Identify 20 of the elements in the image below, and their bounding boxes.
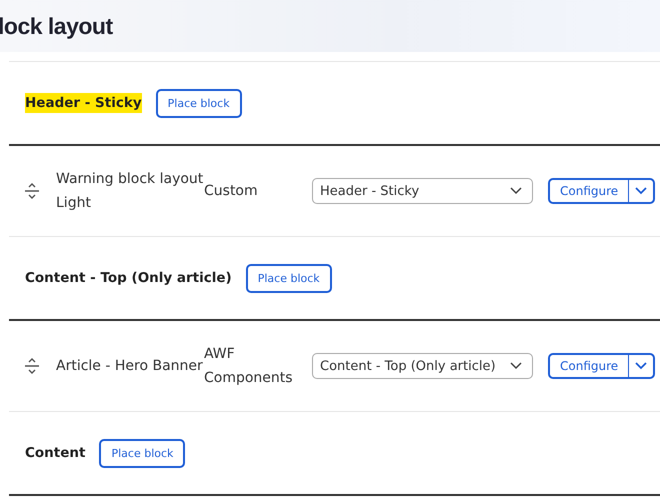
region-select[interactable]: Content - Top (Only article) <box>312 353 533 379</box>
block-category: Custom <box>204 182 259 201</box>
region-title: Header - Sticky <box>25 93 142 113</box>
region-title: Content - Top (Only article) <box>25 269 232 288</box>
place-block-button[interactable]: Place block <box>156 88 242 118</box>
drag-handle-icon[interactable] <box>25 358 39 374</box>
block-name: Article - Hero Banner <box>56 357 204 376</box>
configure-button[interactable]: Configure <box>550 180 630 202</box>
drag-handle-icon[interactable] <box>25 183 39 199</box>
configure-button[interactable]: Configure <box>550 355 630 377</box>
place-block-button[interactable]: Place block <box>246 264 332 292</box>
chevron-down-icon <box>635 187 648 195</box>
place-block-button[interactable]: Place block <box>99 438 186 468</box>
chevron-down-icon <box>635 362 648 370</box>
block-name: Warning block layout Light <box>56 170 204 213</box>
region-select[interactable]: Header - Sticky <box>312 178 533 204</box>
chevron-down-icon <box>510 362 522 370</box>
block-category: AWF Components <box>204 345 294 388</box>
chevron-down-icon <box>510 187 522 195</box>
region-title: Content <box>25 444 86 463</box>
